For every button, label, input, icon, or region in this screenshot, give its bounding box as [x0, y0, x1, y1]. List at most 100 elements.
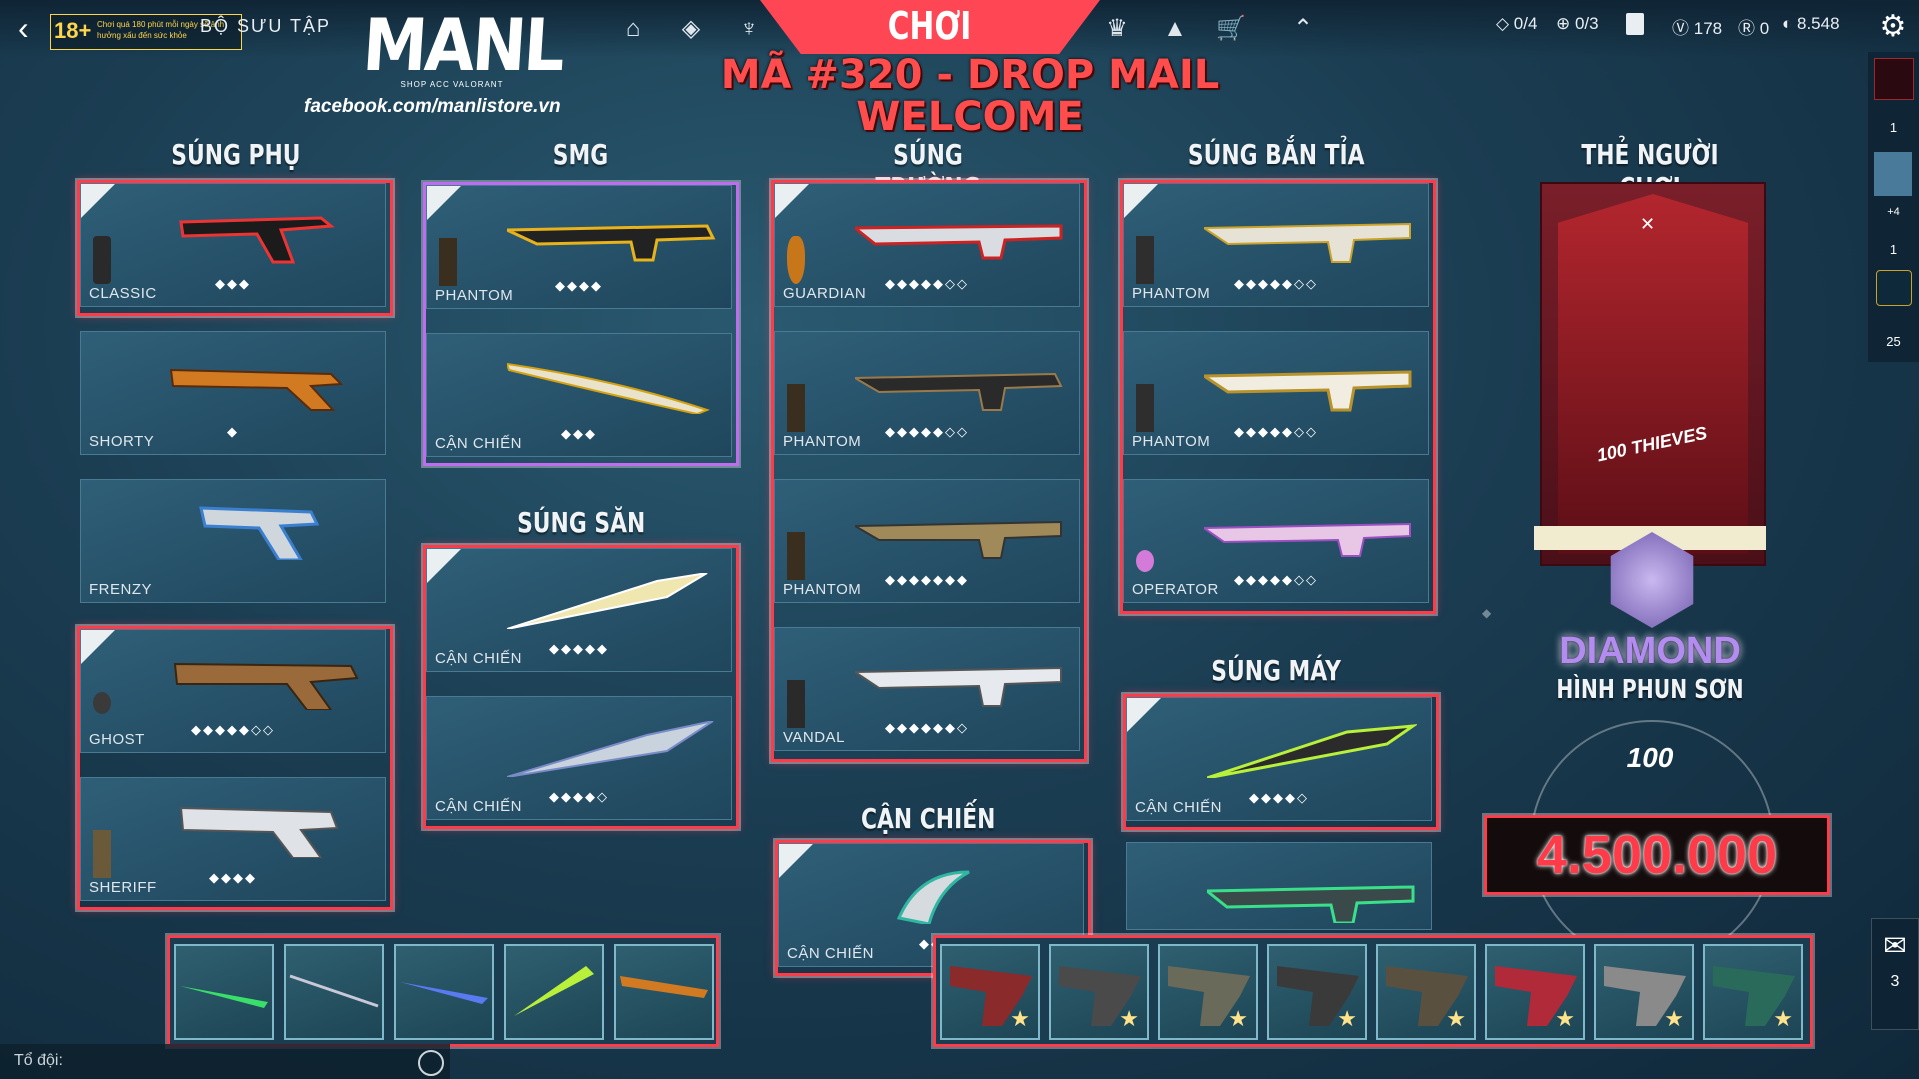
weapon-slot-mg-2[interactable]: [1126, 842, 1432, 930]
favorite-star-icon[interactable]: ★: [1228, 1006, 1248, 1032]
weapon-slot-shorty[interactable]: ◆ SHORTY: [80, 331, 386, 455]
weapon-name: CẬN CHIẾN: [435, 435, 523, 452]
operator-skin-icon: [1204, 522, 1411, 557]
weapon-name: CLASSIC: [89, 285, 157, 302]
store-icon[interactable]: 🛒: [1214, 14, 1248, 44]
melee-skin-icon: [507, 573, 708, 629]
tray-item[interactable]: ★: [1703, 944, 1803, 1040]
melee-header: CẬN CHIẾN: [812, 802, 1044, 835]
favorite-star-icon[interactable]: ★: [1555, 1006, 1575, 1032]
facebook-url: facebook.com/manlistore.vn: [304, 96, 561, 117]
party-chat-bar[interactable]: Tổ đội:: [0, 1044, 450, 1079]
career-icon[interactable]: ◈: [674, 14, 708, 44]
tray-item[interactable]: [174, 944, 274, 1040]
weapon-slot-rifle-phantom-2[interactable]: ◆◆◆◆◆◆◆ PHANTOM: [774, 479, 1080, 603]
weapon-slot-ghost[interactable]: ◆◆◆◆◆◇◇ GHOST: [80, 629, 386, 753]
rail-count-4: 25: [1886, 334, 1901, 349]
tray-item[interactable]: [394, 944, 494, 1040]
weapon-slot-classic[interactable]: ◆◆◆ CLASSIC: [80, 183, 386, 307]
weapon-slot-operator[interactable]: ◆◆◆◆◆◇◇ OPERATOR: [1123, 479, 1429, 603]
favorite-star-icon[interactable]: ★: [1446, 1006, 1466, 1032]
party-avatar-100t[interactable]: [1874, 58, 1914, 100]
tray-item[interactable]: ★: [1267, 944, 1367, 1040]
settings-gear-icon[interactable]: ⚙: [1876, 10, 1910, 44]
home-icon[interactable]: ⌂: [616, 14, 650, 44]
tray-item[interactable]: ★: [1049, 944, 1149, 1040]
tray-item[interactable]: [614, 944, 714, 1040]
weapon-name: OPERATOR: [1132, 581, 1219, 598]
weapon-name: PHANTOM: [783, 433, 862, 450]
mail-button[interactable]: ✉ 3: [1871, 918, 1919, 1030]
collection-breadcrumb[interactable]: BỘ SƯU TẬP: [200, 16, 331, 37]
melee-skin-icon: [1207, 724, 1417, 778]
smg-group: ◆◆◆◆ PHANTOM ◆◆◆ CẬN CHIẾN: [423, 182, 739, 466]
weapon-slot-guardian[interactable]: ◆◆◆◆◆◇◇ GUARDIAN: [774, 183, 1080, 307]
weapon-slot-smg-melee[interactable]: ◆◆◆ CẬN CHIẾN: [426, 333, 732, 457]
valorant-emblem-icon: ✕: [1640, 214, 1656, 234]
rail-count-1: 1: [1889, 120, 1898, 135]
quest-b-counter: ⊕ 0/3: [1556, 14, 1599, 33]
weapon-slot-shotgun-melee-2[interactable]: ◆◆◆◆◇ CẬN CHIẾN: [426, 696, 732, 820]
social-rail: 1 +4 1 25: [1868, 52, 1919, 362]
rank-icon[interactable]: ⌃: [1286, 14, 1320, 44]
orange-blade-icon: [620, 976, 708, 998]
battlepass-icon[interactable]: ♛: [1100, 14, 1134, 44]
radianite-value: 0: [1759, 19, 1770, 38]
melee-header-text: CẬN CHIẾN: [860, 802, 996, 835]
weapon-slot-smg-phantom[interactable]: ◆◆◆◆ PHANTOM: [426, 185, 732, 309]
weapon-slot-sniper-phantom-1[interactable]: ◆◆◆◆◆◇◇ PHANTOM: [1123, 183, 1429, 307]
spray-header-text: HÌNH PHUN SƠN: [1556, 675, 1744, 705]
chat-settings-icon[interactable]: [418, 1050, 444, 1076]
favorite-star-icon[interactable]: ★: [1010, 1006, 1030, 1032]
snipers-group: ◆◆◆◆◆◇◇ PHANTOM ◆◆◆◆◆◇◇ PHANTOM ◆◆◆◆◆◇◇ …: [1120, 180, 1436, 614]
weapon-name: CẬN CHIẾN: [1135, 799, 1223, 816]
sidearms-group-1: ◆◆◆ CLASSIC: [77, 180, 393, 316]
vp-counter: Ⓥ 178: [1672, 19, 1723, 38]
melee-skin-icon: [507, 362, 710, 414]
tray-item[interactable]: [504, 944, 604, 1040]
weapon-name: GUARDIAN: [783, 285, 867, 302]
tray-item[interactable]: ★: [1158, 944, 1258, 1040]
phantom-skin-icon: [855, 372, 1063, 411]
manl-logo-text: MANL: [360, 3, 566, 87]
party-avatar-agent[interactable]: [1874, 152, 1912, 196]
weapon-slot-shotgun-melee-1[interactable]: ◆◆◆◆◆ CẬN CHIẾN: [426, 548, 732, 672]
collection-icon[interactable]: ▲: [1158, 14, 1192, 44]
welcome-title: WELCOME: [856, 94, 1084, 140]
weapon-slot-mg-melee[interactable]: ◆◆◆◆◇ CẬN CHIẾN: [1126, 697, 1432, 821]
weapon-slot-sheriff[interactable]: ◆◆◆◆ SHERIFF: [80, 777, 386, 901]
vandal-skin-icon: [855, 666, 1062, 707]
sheriff-skin-icon: [179, 806, 339, 858]
contract-icon[interactable]: [1626, 13, 1644, 35]
price-box: 4.500.000: [1484, 815, 1830, 895]
weapon-slot-frenzy[interactable]: FRENZY: [80, 479, 386, 603]
sidearms-header-text: SÚNG PHỤ: [171, 138, 301, 171]
tray-item[interactable]: ★: [940, 944, 1040, 1040]
back-arrow-icon[interactable]: ‹: [18, 10, 46, 46]
favorite-star-icon[interactable]: ★: [1119, 1006, 1139, 1032]
divider-diamond-icon: ◆: [1482, 606, 1492, 620]
rifle-skins-tray: ★ ★ ★ ★ ★ ★ ★ ★: [933, 935, 1813, 1047]
weapon-slot-vandal[interactable]: ◆◆◆◆◆◆◇ VANDAL: [774, 627, 1080, 751]
weapon-slot-sniper-phantom-2[interactable]: ◆◆◆◆◆◇◇ PHANTOM: [1123, 331, 1429, 455]
league-of-legends-icon[interactable]: [1876, 270, 1912, 306]
tray-item[interactable]: ★: [1594, 944, 1694, 1040]
play-button[interactable]: CHƠI: [760, 0, 1100, 54]
agents-icon[interactable]: ♆: [732, 14, 766, 44]
tray-item[interactable]: [284, 944, 384, 1040]
weapon-slot-rifle-phantom-1[interactable]: ◆◆◆◆◆◇◇ PHANTOM: [774, 331, 1080, 455]
machine-guns-header-text: SÚNG MÁY: [1211, 654, 1341, 687]
rapier-icon: [289, 974, 379, 1008]
tray-item[interactable]: ★: [1485, 944, 1585, 1040]
spray-header: HÌNH PHUN SƠN: [1530, 674, 1770, 705]
ghost-skin-icon: [173, 662, 359, 710]
karambit-skin-icon: [896, 870, 970, 924]
player-card[interactable]: ✕ 100 THIEVES: [1540, 182, 1766, 566]
tray-item[interactable]: ★: [1376, 944, 1476, 1040]
favorite-star-icon[interactable]: ★: [1664, 1006, 1684, 1032]
favorite-star-icon[interactable]: ★: [1773, 1006, 1793, 1032]
machine-guns-header: SÚNG MÁY: [1160, 654, 1392, 687]
favorite-star-icon[interactable]: ★: [1337, 1006, 1357, 1032]
weapon-name: CẬN CHIẾN: [435, 650, 523, 667]
chat-label: Tổ đội:: [14, 1052, 63, 1069]
